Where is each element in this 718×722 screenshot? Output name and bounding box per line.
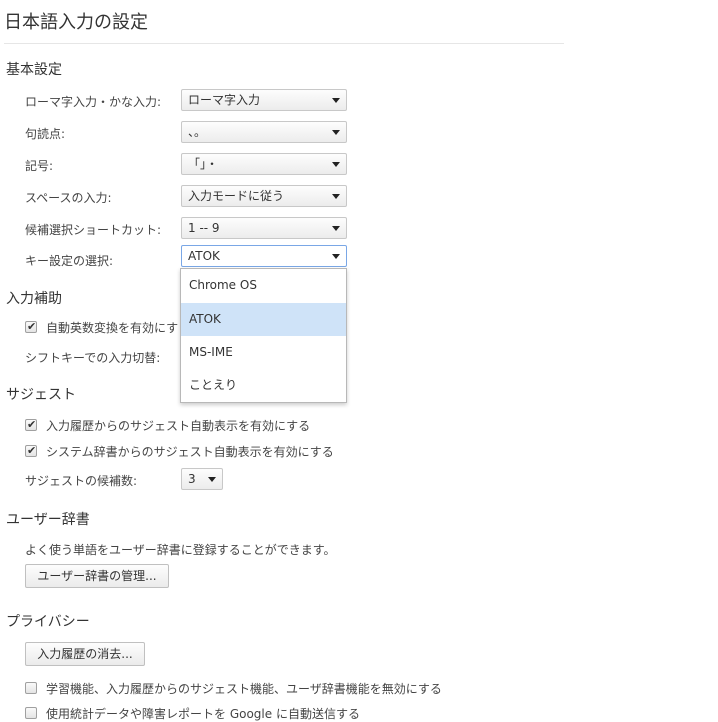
section-basic-heading: 基本設定: [6, 62, 62, 78]
romaji-kana-value: ローマ字入力: [188, 93, 261, 107]
space-input-label: スペースの入力:: [25, 191, 112, 205]
suggest-history-label: 入力履歴からのサジェスト自動表示を有効にする: [46, 419, 311, 433]
chevron-down-icon: [332, 226, 340, 231]
candidate-shortcut-label: 候補選択ショートカット:: [25, 223, 162, 237]
keymap-value: ATOK: [188, 249, 220, 263]
punctuation-value: 、。: [188, 125, 207, 139]
punctuation-select[interactable]: 、。: [181, 121, 347, 143]
section-user-dict-heading: ユーザー辞書: [6, 512, 90, 528]
chevron-down-icon: [332, 254, 340, 259]
suggest-count-label: サジェストの候補数:: [25, 474, 138, 488]
symbol-value: 「」・: [188, 157, 219, 171]
keymap-option-atok[interactable]: ATOK: [181, 303, 346, 336]
chevron-down-icon: [332, 162, 340, 167]
section-suggest-heading: サジェスト: [6, 387, 76, 403]
section-privacy-heading: プライバシー: [6, 614, 90, 630]
chevron-down-icon: [332, 194, 340, 199]
manage-user-dict-button[interactable]: ユーザー辞書の管理...: [25, 564, 169, 588]
space-input-select[interactable]: 入力モードに従う: [181, 185, 347, 207]
romaji-kana-label: ローマ字入力・かな入力:: [25, 95, 162, 109]
checkmark-icon: ✔: [27, 320, 37, 333]
disable-learning-checkbox[interactable]: [25, 682, 37, 694]
send-stats-checkbox[interactable]: [25, 707, 37, 719]
checkmark-icon: ✔: [27, 418, 37, 431]
keymap-dropdown-list: Chrome OS ATOK MS-IME ことえり: [180, 268, 347, 403]
shift-toggle-label: シフトキーでの入力切替:: [25, 351, 161, 365]
title-divider: [4, 43, 564, 44]
romaji-kana-select[interactable]: ローマ字入力: [181, 89, 347, 111]
punctuation-label: 句読点:: [25, 127, 66, 141]
keymap-option-kotoeri[interactable]: ことえり: [181, 369, 346, 402]
keymap-option-msime[interactable]: MS-IME: [181, 336, 346, 369]
space-input-value: 入力モードに従う: [188, 189, 285, 203]
send-stats-label: 使用統計データや障害レポートを Google に自動送信する: [46, 707, 360, 721]
candidate-shortcut-select[interactable]: 1 -- 9: [181, 217, 347, 239]
suggest-history-checkbox[interactable]: ✔: [25, 418, 37, 431]
auto-alnum-checkbox[interactable]: ✔: [25, 320, 37, 333]
symbol-select[interactable]: 「」・: [181, 153, 347, 175]
keymap-option-chromeos[interactable]: Chrome OS: [181, 269, 346, 302]
suggest-count-value: 3: [188, 472, 196, 486]
auto-alnum-label: 自動英数変換を有効にす: [46, 321, 179, 335]
section-assist-heading: 入力補助: [6, 291, 62, 307]
checkmark-icon: ✔: [27, 444, 37, 457]
user-dict-description: よく使う単語をユーザー辞書に登録することができます。: [25, 543, 336, 557]
page-title: 日本語入力の設定: [4, 12, 148, 33]
keymap-label: キー設定の選択:: [25, 254, 114, 268]
chevron-down-icon: [332, 98, 340, 103]
disable-learning-label: 学習機能、入力履歴からのサジェスト機能、ユーザ辞書機能を無効にする: [46, 682, 442, 696]
suggest-dict-label: システム辞書からのサジェスト自動表示を有効にする: [46, 445, 334, 459]
suggest-dict-checkbox[interactable]: ✔: [25, 444, 37, 457]
suggest-count-select[interactable]: 3: [181, 468, 223, 490]
symbol-label: 記号:: [25, 159, 54, 173]
chevron-down-icon: [332, 130, 340, 135]
candidate-shortcut-value: 1 -- 9: [188, 221, 220, 235]
clear-history-button[interactable]: 入力履歴の消去...: [25, 642, 145, 666]
keymap-select[interactable]: ATOK: [181, 245, 347, 267]
chevron-down-icon: [208, 477, 216, 482]
